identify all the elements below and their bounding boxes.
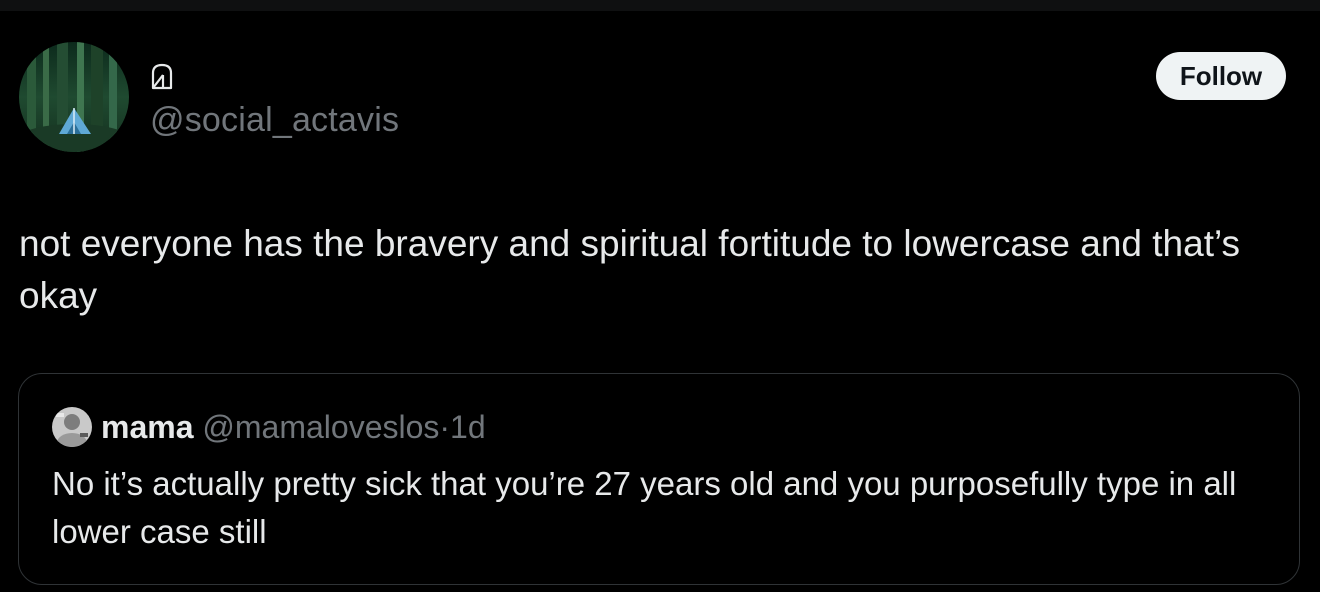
quoted-author-avatar[interactable] <box>52 407 92 447</box>
quoted-timestamp[interactable]: 1d <box>450 409 486 445</box>
quoted-tweet-card[interactable]: mama @mamaloveslos·1d No it’s actually p… <box>18 373 1300 585</box>
tweet-text: not everyone has the bravery and spiritu… <box>19 223 1241 316</box>
author-handle[interactable]: @social_actavis <box>150 100 399 140</box>
author-avatar[interactable] <box>19 42 129 152</box>
quoted-tweet-text: No it’s actually pretty sick that you’re… <box>52 465 1237 550</box>
forest-tent-avatar-image <box>19 42 129 152</box>
follow-button[interactable]: Follow <box>1156 52 1286 100</box>
quoted-header: mama @mamaloveslos·1d <box>101 405 486 449</box>
top-strip <box>0 0 1320 11</box>
separator-dot: · <box>439 409 451 445</box>
quoted-author-name[interactable]: mama <box>101 409 194 445</box>
display-name-doorway-icon[interactable] <box>150 62 176 90</box>
quoted-author-handle[interactable]: @mamaloveslos <box>202 409 439 445</box>
